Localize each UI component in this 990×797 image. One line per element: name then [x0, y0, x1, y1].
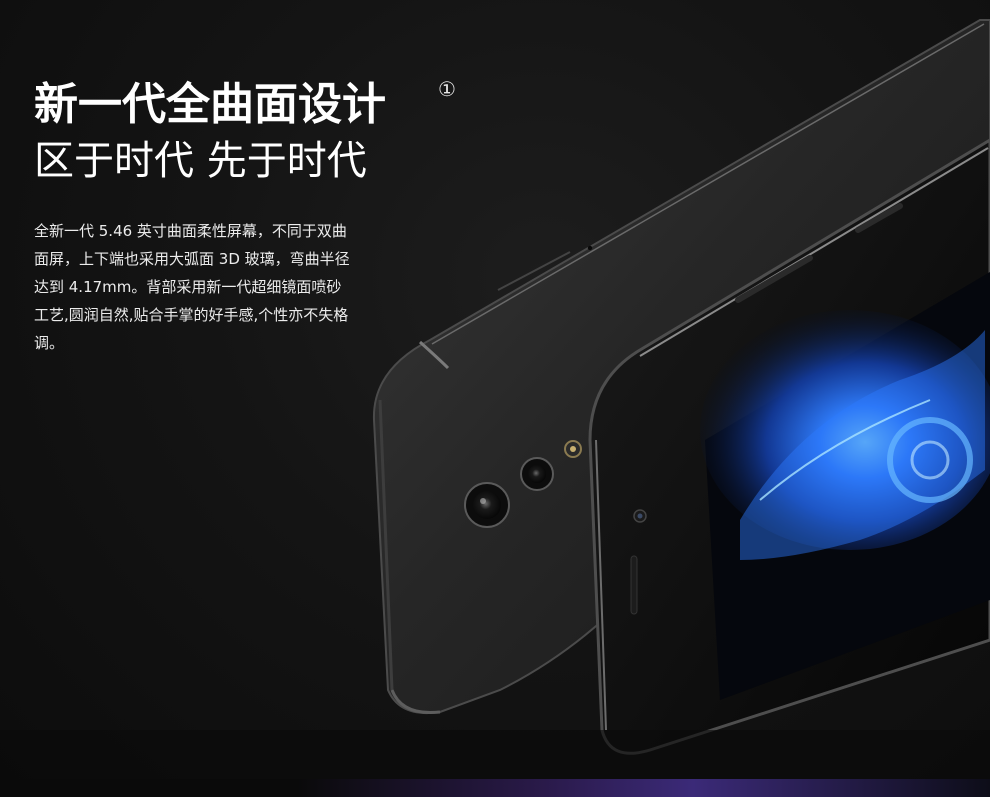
hero-copy: 新一代全曲面设计 ① 区于时代 先于时代 全新一代 5.46 英寸曲面柔性屏幕，…	[34, 78, 456, 357]
earpiece-speaker	[630, 555, 638, 615]
front-camera-icon	[633, 509, 647, 523]
secondary-camera-icon	[520, 457, 554, 491]
rear-camera-icon	[464, 482, 510, 528]
headline: 新一代全曲面设计 ①	[34, 78, 456, 131]
bottom-accent-strip	[0, 779, 990, 797]
headline-text: 新一代全曲面设计	[34, 79, 386, 130]
subheadline: 区于时代 先于时代	[34, 137, 367, 184]
hero-banner: 新一代全曲面设计 ① 区于时代 先于时代 全新一代 5.46 英寸曲面柔性屏幕，…	[0, 0, 990, 797]
flash-icon	[564, 440, 582, 458]
description: 全新一代 5.46 英寸曲面柔性屏幕，不同于双曲面屏，上下端也采用大弧面 3D …	[34, 221, 350, 352]
footnote-marker: ①	[438, 77, 456, 101]
